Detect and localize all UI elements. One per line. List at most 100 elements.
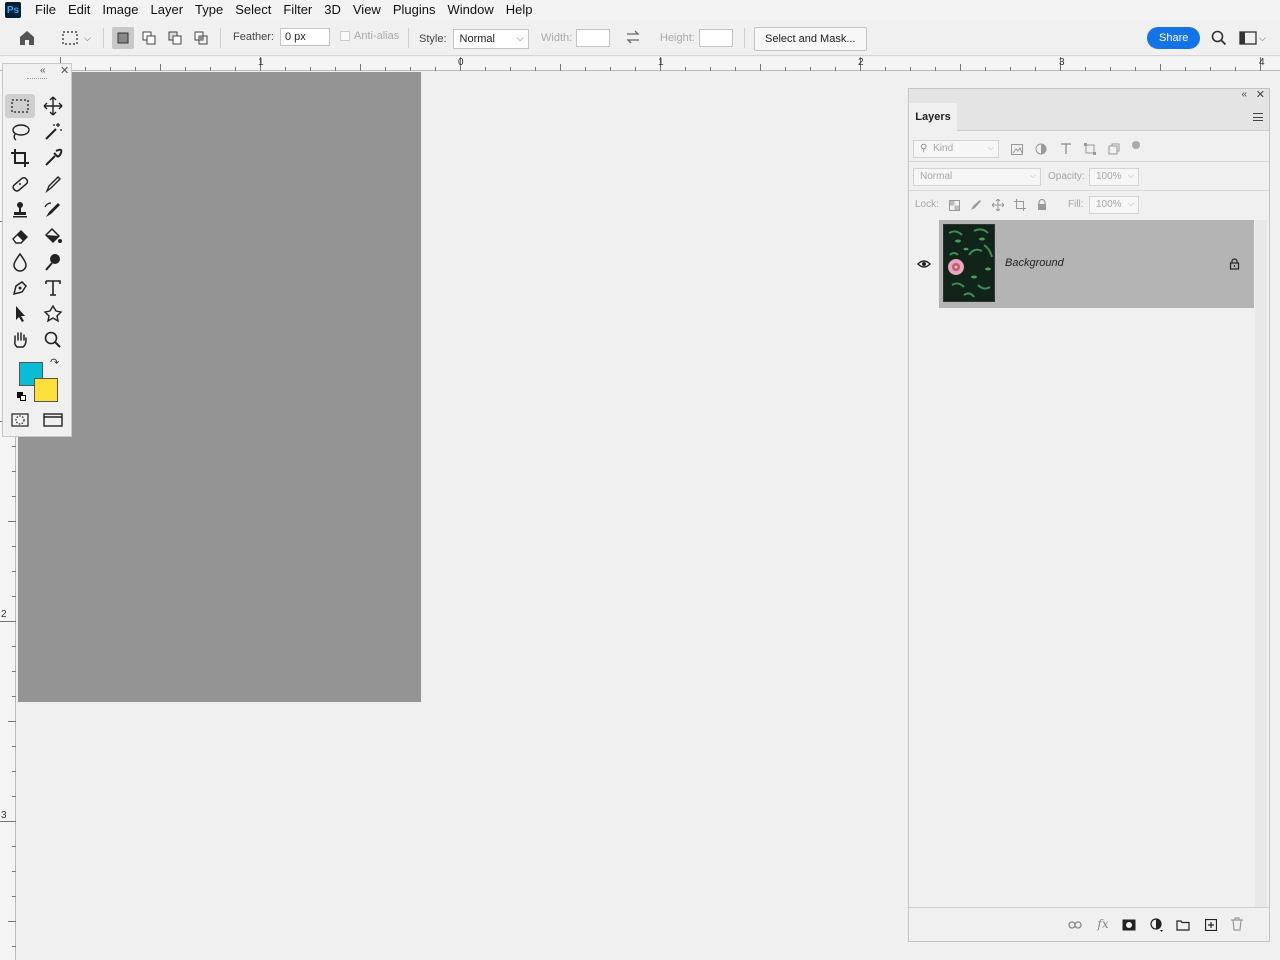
layer-name[interactable]: Background [1005, 257, 1064, 269]
menu-type[interactable]: Type [189, 0, 229, 20]
add-selection-button[interactable] [138, 27, 160, 49]
intersect-selection-button[interactable] [190, 27, 212, 49]
tool-lasso[interactable] [5, 120, 35, 144]
blend-mode-dropdown[interactable]: Normal ⌵ [913, 168, 1041, 186]
default-colors-icon[interactable] [17, 392, 27, 402]
tool-zoom[interactable] [38, 328, 68, 352]
tool-brush[interactable] [38, 172, 68, 196]
layer-visibility-toggle[interactable] [917, 258, 933, 272]
ruler-label: 1 [258, 57, 264, 68]
width-input[interactable] [576, 29, 611, 47]
search-button[interactable] [1210, 29, 1228, 47]
antialias-label: Anti-alias [354, 30, 400, 42]
close-icon[interactable]: ✕ [1256, 88, 1265, 101]
menu-file[interactable]: File [29, 0, 62, 20]
tool-screen-mode[interactable] [38, 408, 68, 432]
panel-menu-icon[interactable] [1253, 113, 1263, 121]
opacity-input[interactable]: 100% ⌵ [1089, 168, 1139, 186]
subtract-selection-button[interactable] [164, 27, 186, 49]
filter-smart-objects[interactable] [1106, 141, 1122, 157]
workspace-switcher[interactable]: ⌵ [1239, 30, 1266, 46]
menu-select[interactable]: Select [229, 0, 277, 20]
tool-paint-bucket[interactable] [38, 224, 68, 248]
delete-layer-button[interactable] [1229, 916, 1245, 932]
tool-crop[interactable] [5, 146, 35, 170]
tool-healing-brush[interactable] [5, 172, 35, 196]
layers-scrollbar[interactable] [1255, 220, 1267, 908]
new-selection-button[interactable] [112, 27, 134, 49]
feather-input[interactable] [279, 28, 330, 46]
new-adjustment-layer-button[interactable] [1149, 917, 1165, 933]
menu-layer[interactable]: Layer [145, 0, 190, 20]
tool-history-brush[interactable] [38, 198, 68, 222]
tool-hand[interactable] [5, 328, 35, 352]
document-canvas[interactable] [18, 72, 421, 702]
menu-window[interactable]: Window [441, 0, 499, 20]
lock-icon [1038, 199, 1046, 210]
tool-type[interactable] [38, 276, 68, 300]
lock-icon [1229, 258, 1240, 270]
menu-edit[interactable]: Edit [62, 0, 96, 20]
tool-clone-stamp[interactable] [5, 198, 35, 222]
brush-icon [45, 176, 61, 194]
layer-filter-dropdown[interactable]: ⚲ Kind ⌵ [913, 140, 999, 158]
menu-view[interactable]: View [347, 0, 387, 20]
dodge-icon [45, 254, 60, 271]
tool-eyedropper[interactable] [38, 146, 68, 170]
tool-dodge[interactable] [38, 250, 68, 274]
tool-custom-shape[interactable] [38, 302, 68, 326]
tool-blur[interactable] [5, 250, 35, 274]
lock-image-pixels[interactable] [968, 197, 984, 213]
layer-row[interactable]: Background [939, 220, 1254, 308]
close-icon[interactable]: ✕ [60, 64, 69, 77]
height-input[interactable] [698, 29, 733, 47]
tool-rectangular-marquee[interactable] [5, 94, 35, 118]
select-and-mask-button[interactable]: Select and Mask... [754, 27, 867, 51]
lock-position[interactable] [990, 197, 1006, 213]
filter-type-layers[interactable] [1058, 141, 1074, 157]
feather-label: Feather: [233, 31, 274, 43]
fx-icon[interactable]: fx [1095, 916, 1111, 932]
lock-artboard[interactable] [1012, 197, 1028, 213]
menu-plugins[interactable]: Plugins [387, 0, 442, 20]
tools-panel: « ✕ ↷ [2, 63, 72, 437]
lock-transparent-pixels[interactable] [946, 197, 962, 213]
background-color-swatch[interactable] [34, 378, 58, 402]
menu-image[interactable]: Image [96, 0, 144, 20]
add-mask-button[interactable] [1121, 917, 1137, 933]
tool-quick-mask[interactable] [5, 408, 35, 432]
tab-layers[interactable]: Layers [909, 103, 957, 131]
filter-pixel-layers[interactable] [1009, 141, 1025, 157]
new-group-button[interactable] [1175, 917, 1191, 933]
filter-toggle[interactable] [1128, 137, 1144, 153]
antialias-checkbox[interactable] [340, 31, 350, 41]
swap-colors-icon[interactable]: ↷ [50, 356, 59, 369]
menu-filter[interactable]: Filter [277, 0, 318, 20]
new-layer-button[interactable] [1203, 917, 1219, 933]
home-button[interactable] [17, 28, 37, 48]
menu-3d[interactable]: 3D [318, 0, 347, 20]
tool-magic-wand[interactable] [38, 120, 68, 144]
grip-handle[interactable] [27, 78, 47, 80]
collapse-icon[interactable]: « [40, 65, 46, 76]
tool-path-selection[interactable] [5, 302, 35, 326]
tool-preset-picker[interactable]: ⌵ [60, 28, 91, 48]
tool-move[interactable] [38, 94, 68, 118]
style-dropdown[interactable]: Normal ⌵ [452, 29, 529, 49]
link-layers-button[interactable] [1067, 917, 1083, 933]
type-icon [45, 280, 61, 296]
layers-panel-titlebar[interactable]: « ✕ [909, 89, 1269, 103]
filter-shape-layers[interactable] [1082, 141, 1098, 157]
menu-help[interactable]: Help [500, 0, 539, 20]
tool-pen[interactable] [5, 276, 35, 300]
fill-input[interactable]: 100% ⌵ [1089, 196, 1139, 214]
horizontal-ruler[interactable]: 1 0 1 2 3 4 [0, 57, 1280, 71]
collapse-icon[interactable]: « [1241, 89, 1247, 100]
filter-adjustment-layers[interactable] [1033, 141, 1049, 157]
share-button[interactable]: Share [1147, 27, 1201, 49]
swap-dimensions-button[interactable] [624, 28, 642, 46]
tools-panel-header[interactable]: « ✕ [3, 64, 71, 80]
lock-all[interactable] [1034, 197, 1050, 213]
tool-eraser[interactable] [5, 224, 35, 248]
chevron-down-icon: ⌵ [516, 33, 524, 43]
